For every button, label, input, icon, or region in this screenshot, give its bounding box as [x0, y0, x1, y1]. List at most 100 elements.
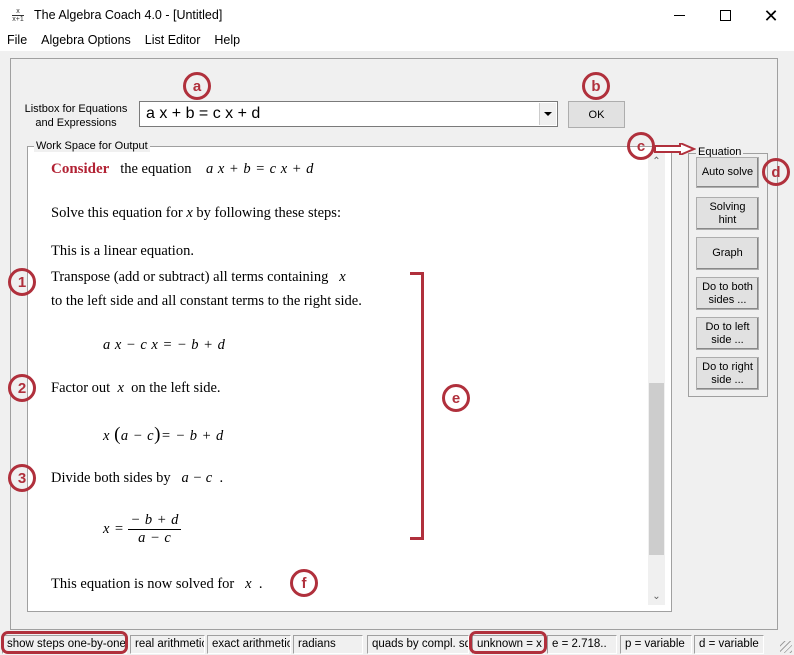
linear-note: This is a linear equation.: [51, 243, 194, 259]
paren-open: (: [114, 424, 121, 445]
close-icon: ✕: [763, 5, 779, 26]
listbox-label-line1: Listbox for Equations: [24, 103, 128, 115]
minimize-icon: [673, 15, 685, 16]
do-to-both-sides-button[interactable]: Do to both sides ...: [696, 277, 759, 310]
step3-pre: Divide both sides by: [51, 470, 171, 486]
menu-algebra-options-label: Algebra Options: [41, 33, 131, 47]
workspace-scrollbar[interactable]: ⌃ ⌄: [648, 153, 665, 605]
step2-result-x: x: [103, 428, 110, 444]
menu-file-label: File: [7, 33, 28, 47]
step1-text: Transpose (add or subtract) all terms co…: [51, 269, 329, 285]
menu-algebra-options[interactable]: Algebra Options: [34, 31, 138, 51]
annotation-unknown-highlight: [469, 631, 547, 654]
annotation-bracket: [410, 272, 424, 540]
step2-line: Factor out x on the left side.: [51, 380, 221, 397]
step1-line1: Transpose (add or subtract) all terms co…: [51, 269, 346, 286]
status-quads[interactable]: quads by compl. sq.: [367, 635, 469, 654]
final-var: x: [245, 576, 252, 592]
do-both-label1: Do to both: [702, 280, 753, 293]
status-e-constant[interactable]: e = 2.718..: [547, 635, 617, 654]
menu-list-editor[interactable]: List Editor: [138, 31, 208, 51]
chevron-down-icon: [544, 112, 552, 116]
step2-result-rhs: = − b + d: [160, 428, 224, 444]
solving-hint-button[interactable]: Solving hint: [696, 197, 759, 230]
menu-list-editor-label: List Editor: [144, 33, 201, 47]
ok-button[interactable]: OK: [568, 101, 625, 128]
step2-pre: Factor out: [51, 380, 111, 396]
annotation-c: c: [627, 132, 655, 160]
equation-combobox[interactable]: a x + b = c x + d: [139, 101, 558, 127]
annotation-step1: 1: [8, 268, 36, 296]
solve-pre: Solve this equation for: [51, 205, 183, 221]
annotation-d: d: [762, 158, 790, 186]
title-bar: x x+1 The Algebra Coach 4.0 - [Untitled] …: [0, 0, 794, 31]
annotation-e: e: [442, 384, 470, 412]
solve-var: x: [186, 205, 193, 221]
annotation-a: a: [183, 72, 211, 100]
status-p-variable[interactable]: p = variable: [620, 635, 692, 654]
annotation-step3: 3: [8, 464, 36, 492]
solving-hint-label2: hint: [718, 213, 737, 226]
do-left-label2: side ...: [711, 333, 744, 346]
solve-instruction: Solve this equation for x by following t…: [51, 205, 341, 222]
final-pre: This equation is now solved for: [51, 576, 235, 592]
graph-label: Graph: [712, 247, 743, 259]
final-post: .: [258, 576, 263, 592]
status-radians[interactable]: radians: [293, 635, 363, 654]
status-d-variable[interactable]: d = variable: [694, 635, 764, 654]
result-lhs: x =: [103, 521, 125, 537]
auto-solve-button[interactable]: Auto solve: [696, 157, 759, 188]
combobox-dropdown-button[interactable]: [539, 103, 556, 125]
workspace-output[interactable]: Consider the equation a x + b = c x + d …: [28, 152, 648, 610]
annotation-f: f: [290, 569, 318, 597]
listbox-label: Listbox for Equations and Expressions: [20, 102, 132, 130]
menu-bar: File Algebra Options List Editor Help: [0, 31, 794, 51]
menu-help[interactable]: Help: [207, 31, 247, 51]
solve-post: by following these steps:: [196, 205, 341, 221]
status-exact-arithmetic[interactable]: exact arithmetic: [207, 635, 291, 654]
annotation-c-arrow: [654, 143, 696, 155]
do-to-right-side-button[interactable]: Do to right side ...: [696, 357, 759, 390]
maximize-icon: [719, 10, 731, 21]
auto-solve-label: Auto solve: [701, 166, 754, 178]
do-both-label2: sides ...: [708, 293, 747, 306]
do-left-label1: Do to left: [705, 320, 750, 333]
step3-line: Divide both sides by a − c .: [51, 470, 223, 487]
step1-var: x: [339, 269, 346, 285]
listbox-label-line2: and Expressions: [35, 117, 117, 129]
step2-result-paren: a − c: [120, 428, 155, 444]
final-result: x = − b + d a − c: [103, 512, 181, 547]
step1-result: a x − c x = − b + d: [103, 337, 226, 353]
scroll-thumb[interactable]: [649, 383, 664, 555]
step2-result: x (a − c)= − b + d: [103, 424, 224, 446]
resize-grip[interactable]: [780, 641, 792, 653]
annotation-show-steps-highlight: [1, 631, 128, 654]
step3-post: .: [219, 470, 224, 486]
result-denominator: a − c: [138, 530, 172, 546]
annotation-step2: 2: [8, 374, 36, 402]
graph-button[interactable]: Graph: [696, 237, 759, 270]
do-to-left-side-button[interactable]: Do to left side ...: [696, 317, 759, 350]
step2-post: on the left side.: [131, 380, 221, 396]
result-numerator: − b + d: [128, 512, 181, 530]
step3-expr: a − c: [181, 470, 213, 486]
menu-help-label: Help: [214, 33, 241, 47]
do-right-label2: side ...: [711, 373, 744, 386]
scroll-down-button[interactable]: ⌄: [648, 588, 665, 605]
step2-var: x: [117, 380, 124, 396]
solving-hint-label1: Solving: [709, 200, 746, 213]
minimize-button[interactable]: [656, 0, 702, 31]
paren-close: ): [154, 424, 161, 445]
equation-math: a x + b = c x + d: [206, 161, 314, 177]
final-line: This equation is now solved for x .: [51, 576, 262, 593]
close-button[interactable]: ✕: [748, 0, 794, 31]
workspace-legend: Work Space for Output: [34, 140, 150, 152]
equation-combobox-value[interactable]: a x + b = c x + d: [146, 105, 260, 123]
menu-file[interactable]: File: [0, 31, 34, 51]
maximize-button[interactable]: [702, 0, 748, 31]
app-icon: x x+1: [12, 8, 24, 23]
result-fraction: − b + d a − c: [128, 512, 181, 547]
window-title: The Algebra Coach 4.0 - [Untitled]: [34, 8, 223, 22]
consider-line: Consider the equation a x + b = c x + d: [51, 161, 314, 178]
status-real-arithmetic[interactable]: real arithmetic: [130, 635, 205, 654]
